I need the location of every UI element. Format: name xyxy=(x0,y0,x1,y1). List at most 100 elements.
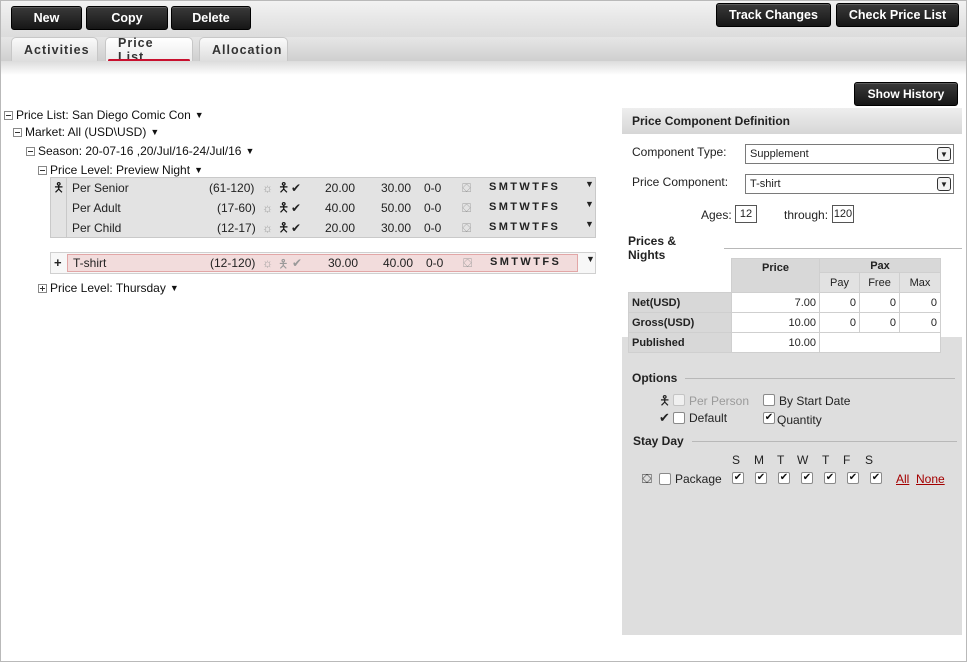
person-icon[interactable]: 🯅 xyxy=(278,219,289,241)
collapse-icon[interactable] xyxy=(13,127,22,137)
check-icon[interactable]: ✔ xyxy=(292,256,302,270)
new-button[interactable]: New xyxy=(11,6,82,30)
row-days: SMTWTFS xyxy=(489,181,561,193)
component-type-select[interactable]: Supplement ▼ xyxy=(745,144,954,164)
row-net: 20.00 xyxy=(325,221,356,235)
track-changes-button[interactable]: Track Changes xyxy=(716,3,831,27)
chevron-down-icon[interactable]: ▼ xyxy=(937,177,951,191)
caret-down-icon[interactable]: ▼ xyxy=(195,110,204,120)
sun-icon[interactable]: ☼ xyxy=(262,181,273,195)
table-row[interactable]: Per Child (12-17) ☼ 🯅 ✔ 20.00 30.00 0-0 … xyxy=(51,218,597,238)
ages-label: Ages: xyxy=(701,208,732,222)
delete-button[interactable]: Delete xyxy=(171,6,251,30)
max-cell[interactable]: 0 xyxy=(899,312,941,333)
tree-season[interactable]: Season: 20-07-16 ,20/Jul/16-24/Jul/16 ▼ xyxy=(26,143,254,159)
stay-day-checkbox[interactable]: ✔ xyxy=(801,472,813,484)
tree-price-list[interactable]: Price List: San Diego Comic Con ▼ xyxy=(4,107,204,123)
check-icon[interactable]: ✔ xyxy=(291,181,301,195)
price-list-label: Price List: San Diego Comic Con xyxy=(16,108,191,122)
price-component-value: T-shirt xyxy=(750,178,781,190)
stay-day-header: W xyxy=(797,453,809,467)
check-icon[interactable]: ✔ xyxy=(291,201,301,215)
row-label: Net(USD) xyxy=(628,292,732,313)
pay-cell[interactable]: 0 xyxy=(819,292,860,313)
sun-icon[interactable]: ☼ xyxy=(262,256,273,270)
check-price-list-button[interactable]: Check Price List xyxy=(836,3,959,27)
pay-cell[interactable]: 0 xyxy=(819,312,860,333)
supplement-row-selected[interactable]: T-shirt (12-120) ☼ 🯅 ✔ 30.00 40.00 0-0 ⛋… xyxy=(67,254,578,272)
panel-title: Price Component Definition xyxy=(622,108,962,134)
price-cell[interactable]: 10.00 xyxy=(731,332,820,353)
sun-icon[interactable]: ☼ xyxy=(262,221,273,235)
options-title: Options xyxy=(632,371,678,385)
caret-down-icon[interactable]: ▼ xyxy=(585,179,594,189)
expand-icon[interactable]: + xyxy=(54,255,62,270)
stay-day-section: Stay Day xyxy=(633,434,962,448)
ages-to-input[interactable]: 120 xyxy=(832,205,854,223)
max-cell[interactable]: 0 xyxy=(899,292,941,313)
caret-down-icon[interactable]: ▼ xyxy=(170,283,179,293)
row-range: 0-0 xyxy=(424,221,442,235)
price-component-select[interactable]: T-shirt ▼ xyxy=(745,174,954,194)
stay-day-checkbox[interactable]: ✔ xyxy=(755,472,767,484)
show-history-button[interactable]: Show History xyxy=(854,82,958,106)
stay-day-checkbox[interactable]: ✔ xyxy=(870,472,882,484)
price-cell[interactable]: 7.00 xyxy=(731,292,820,313)
tab-allocation[interactable]: Allocation xyxy=(199,37,288,61)
caret-down-icon[interactable]: ▼ xyxy=(194,165,203,175)
default-checkbox[interactable] xyxy=(673,412,685,424)
tab-activities[interactable]: Activities xyxy=(11,37,98,61)
table-row[interactable]: Per Adult (17-60) ☼ 🯅 ✔ 40.00 50.00 0-0 … xyxy=(51,198,597,218)
row-range: 0-0 xyxy=(424,181,442,195)
by-start-date-checkbox[interactable] xyxy=(763,394,775,406)
sun-icon[interactable]: ☼ xyxy=(262,201,273,215)
row-name: Per Child xyxy=(72,221,122,235)
stay-day-checkbox[interactable]: ✔ xyxy=(732,472,744,484)
ages-from-input[interactable]: 12 xyxy=(735,205,757,223)
price-level-label: Price Level: Thursday xyxy=(50,281,166,295)
caret-down-icon[interactable]: ▼ xyxy=(585,219,594,229)
package-icon[interactable]: ⛋ xyxy=(462,221,471,236)
stay-day-checkbox[interactable]: ✔ xyxy=(778,472,790,484)
supplement-row[interactable]: + T-shirt (12-120) ☼ 🯅 ✔ 30.00 40.00 0-0… xyxy=(50,252,596,274)
check-icon[interactable]: ✔ xyxy=(291,221,301,235)
by-start-date-label: By Start Date xyxy=(779,394,851,408)
stay-day-checkbox[interactable]: ✔ xyxy=(824,472,836,484)
chevron-down-icon[interactable]: ▼ xyxy=(937,147,951,161)
row-gross: 40.00 xyxy=(383,256,414,270)
table-row[interactable]: Per Senior (61-120) ☼ 🯅 ✔ 20.00 30.00 0-… xyxy=(51,178,597,198)
person-icon[interactable]: 🯅 xyxy=(278,255,289,276)
divider xyxy=(723,247,962,249)
expand-icon[interactable] xyxy=(38,283,47,293)
tree-market[interactable]: Market: All (USD\USD) ▼ xyxy=(13,124,159,140)
table-row: Net(USD) 7.00 0 0 0 xyxy=(628,292,941,313)
caret-down-icon[interactable]: ▼ xyxy=(586,254,595,264)
tab-price-list[interactable]: Price List xyxy=(105,36,193,64)
package-icon[interactable]: ⛋ xyxy=(463,256,472,271)
free-cell[interactable]: 0 xyxy=(859,292,900,313)
caret-down-icon[interactable]: ▼ xyxy=(245,146,254,156)
collapse-icon[interactable] xyxy=(4,110,13,120)
pax-header: Pax xyxy=(819,258,941,273)
copy-button[interactable]: Copy xyxy=(86,6,168,30)
quantity-checkbox[interactable]: ✔ xyxy=(763,412,775,424)
tree-price-level-thursday[interactable]: Price Level: Thursday ▼ xyxy=(38,280,179,296)
caret-down-icon[interactable]: ▼ xyxy=(150,127,159,137)
all-link[interactable]: All xyxy=(896,472,909,486)
price-cell[interactable]: 10.00 xyxy=(731,312,820,333)
package-checkbox[interactable] xyxy=(659,473,671,485)
stay-day-checkbox[interactable]: ✔ xyxy=(847,472,859,484)
row-range: 0-0 xyxy=(426,256,444,270)
none-link[interactable]: None xyxy=(916,472,945,486)
package-icon[interactable]: ⛋ xyxy=(462,181,471,196)
package-icon[interactable]: ⛋ xyxy=(462,201,471,216)
tree-price-level-preview[interactable]: Price Level: Preview Night ▼ xyxy=(38,162,203,178)
per-person-checkbox[interactable] xyxy=(673,394,685,406)
table-row: Gross(USD) 10.00 0 0 0 xyxy=(628,312,941,333)
market-label: Market: All (USD\USD) xyxy=(25,125,147,139)
collapse-icon[interactable] xyxy=(26,146,35,156)
prices-nights-table: Price Pax Pay Free Max Net(USD) 7.00 0 0… xyxy=(628,258,941,353)
collapse-icon[interactable] xyxy=(38,165,47,175)
caret-down-icon[interactable]: ▼ xyxy=(585,199,594,209)
free-cell[interactable]: 0 xyxy=(859,312,900,333)
